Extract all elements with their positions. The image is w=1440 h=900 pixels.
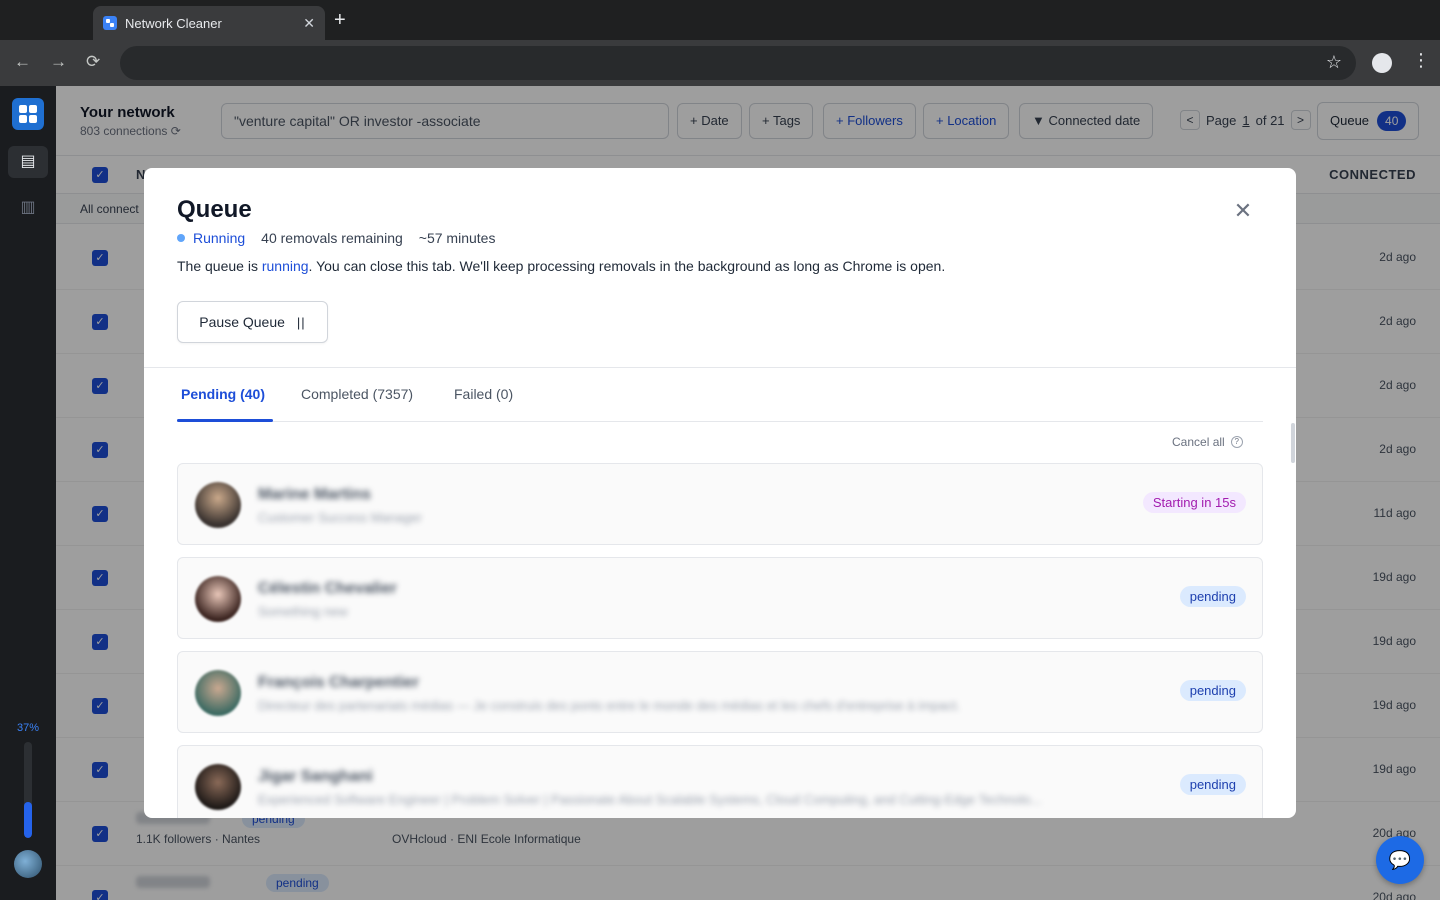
bookmark-star-icon[interactable]: ☆ — [1326, 52, 1342, 73]
pause-queue-label: Pause Queue — [199, 314, 285, 330]
modal-scrollbar[interactable] — [1291, 423, 1295, 463]
app-logo-icon[interactable] — [12, 98, 44, 130]
browser-tab[interactable]: Network Cleaner ✕ — [93, 6, 325, 40]
status-badge: pending — [1179, 774, 1246, 795]
tab-title: Network Cleaner — [125, 15, 222, 31]
active-tab-indicator — [177, 419, 273, 422]
desc-after: . You can close this tab. We'll keep pro… — [308, 258, 946, 274]
queue-item-subtitle: Experienced Software Engineer | Problem … — [258, 792, 1042, 807]
profile-avatar[interactable] — [1372, 53, 1392, 73]
queue-item-name: Célestin Chevalier — [258, 580, 397, 597]
help-icon[interactable]: ? — [1230, 436, 1243, 448]
status-badge: pending — [1179, 680, 1246, 701]
desc-highlight: running — [261, 258, 309, 274]
removals-remaining: 40 removals remaining — [261, 230, 403, 246]
queue-item-subtitle: Something new — [258, 604, 348, 619]
status-badge: Starting in 15s — [1142, 492, 1246, 513]
avatar — [195, 482, 241, 528]
avatar — [195, 670, 241, 716]
tab-failed[interactable]: Failed (0) — [454, 386, 513, 402]
new-tab-icon[interactable]: + — [334, 9, 346, 32]
sidebar: ▤ ▥ 37% — [0, 86, 56, 900]
cancel-all-button[interactable]: Cancel all ? — [1172, 435, 1243, 449]
tab-close-icon[interactable]: ✕ — [303, 15, 315, 32]
user-avatar[interactable] — [14, 850, 42, 878]
desc-before: The queue is — [177, 258, 262, 274]
pause-queue-button[interactable]: Pause Queue || — [177, 301, 328, 343]
reload-icon[interactable]: ⟳ — [86, 52, 100, 72]
progress-bar — [24, 742, 32, 838]
avatar — [195, 764, 241, 810]
queue-item-name: Marine Martins — [258, 486, 371, 503]
queue-item: Jigar Sanghani Experienced Software Engi… — [177, 745, 1263, 818]
browser-menu-icon[interactable]: ⋮ — [1412, 50, 1430, 71]
queue-item-name: François Charpentier — [258, 674, 419, 691]
cancel-all-label: Cancel all — [1172, 435, 1225, 449]
queue-item: Marine Martins Customer Success Manager … — [177, 463, 1263, 545]
tab-completed[interactable]: Completed (7357) — [301, 386, 413, 402]
forward-arrow-icon[interactable]: → — [50, 52, 67, 72]
queue-item: François Charpentier Directeur des parte… — [177, 651, 1263, 733]
queue-item-name: Jigar Sanghani — [258, 768, 373, 785]
close-icon[interactable]: ✕ — [1232, 200, 1254, 222]
stats-chart-icon[interactable]: ▥ — [8, 194, 48, 222]
address-bar[interactable]: ☆ — [120, 46, 1356, 80]
back-arrow-icon[interactable]: ← — [14, 52, 31, 72]
table-view-icon[interactable]: ▤ — [8, 146, 48, 178]
app-favicon-icon — [103, 16, 117, 30]
progress-bar-fill — [24, 802, 32, 838]
chat-support-icon[interactable]: 💬 — [1376, 836, 1424, 884]
queue-item-subtitle: Customer Success Manager — [258, 510, 423, 525]
avatar — [195, 576, 241, 622]
queue-item: Célestin Chevalier Something new pending — [177, 557, 1263, 639]
queue-tabs: Pending (40) Completed (7357) Failed (0) — [177, 368, 1263, 422]
status-badge: pending — [1179, 586, 1246, 607]
modal-title: Queue — [177, 196, 252, 223]
queue-status-line: Running 40 removals remaining ~57 minute… — [177, 230, 495, 246]
queue-description: The queue is running. You can close this… — [177, 258, 945, 274]
status-dot-icon — [177, 234, 185, 242]
pause-icon: || — [296, 314, 306, 330]
tab-pending[interactable]: Pending (40) — [181, 386, 265, 402]
eta: ~57 minutes — [418, 230, 496, 246]
queue-item-subtitle: Directeur des partenariats médias — Je c… — [258, 698, 960, 713]
status-running: Running — [193, 230, 246, 246]
queue-modal: Queue ✕ Running 40 removals remaining ~5… — [144, 168, 1296, 818]
progress-percent: 37% — [16, 722, 40, 734]
